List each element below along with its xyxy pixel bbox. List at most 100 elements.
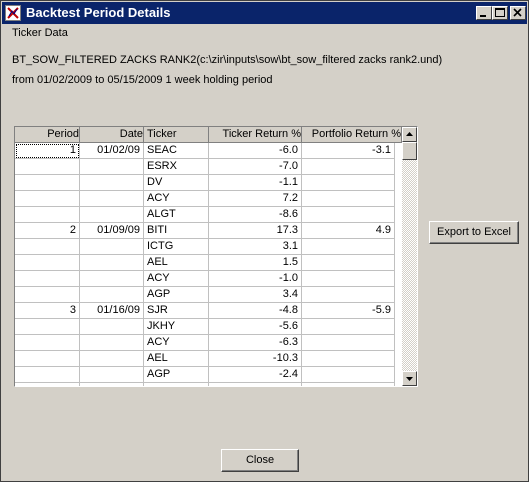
cell-period[interactable]: [15, 335, 80, 351]
cell-ticker[interactable]: ESRX: [144, 159, 209, 175]
cell-ticker-return[interactable]: 7.2: [209, 191, 302, 207]
cell-ticker-return[interactable]: -2.4: [209, 367, 302, 383]
column-header-portfolio-return[interactable]: Portfolio Return %: [302, 127, 402, 143]
cell-ticker-return[interactable]: -1.1: [209, 175, 302, 191]
table-row[interactable]: AEL -10.3: [15, 351, 402, 367]
table-row[interactable]: ICTG 3.1: [15, 239, 402, 255]
table-row[interactable]: JKHY -5.6: [15, 319, 402, 335]
cell-period[interactable]: [15, 255, 80, 271]
cell-portfolio-return[interactable]: [302, 191, 395, 207]
app-icon[interactable]: [5, 5, 21, 21]
cell-date[interactable]: [80, 191, 144, 207]
ticker-data-grid[interactable]: Period Date Ticker Ticker Return % Portf…: [14, 126, 418, 387]
cell-ticker-return[interactable]: 17.3: [209, 223, 302, 239]
cell-ticker-return[interactable]: -4.8: [209, 303, 302, 319]
cell-portfolio-return[interactable]: 4.9: [302, 223, 395, 239]
close-window-button[interactable]: [510, 6, 526, 20]
cell-ticker[interactable]: JKHY: [144, 319, 209, 335]
cell-portfolio-return[interactable]: [302, 367, 395, 383]
table-row[interactable]: ACY -1.0: [15, 271, 402, 287]
cell-period[interactable]: [15, 239, 80, 255]
cell-ticker-return[interactable]: 3.4: [209, 287, 302, 303]
cell-ticker[interactable]: ACY: [144, 335, 209, 351]
cell-portfolio-return[interactable]: [302, 175, 395, 191]
cell-date[interactable]: [80, 159, 144, 175]
scroll-down-button[interactable]: [402, 371, 417, 386]
cell-date[interactable]: 01/02/09: [80, 143, 144, 159]
cell-period[interactable]: [15, 271, 80, 287]
export-to-excel-button[interactable]: Export to Excel: [429, 221, 519, 244]
cell-portfolio-return[interactable]: [302, 239, 395, 255]
cell-ticker-return[interactable]: -6.0: [209, 143, 302, 159]
cell-date[interactable]: [80, 367, 144, 383]
scroll-thumb[interactable]: [402, 142, 417, 160]
cell-date[interactable]: 01/09/09: [80, 223, 144, 239]
cell-portfolio-return[interactable]: [302, 319, 395, 335]
minimize-button[interactable]: [476, 6, 492, 20]
cell-period[interactable]: 2: [15, 223, 80, 239]
cell-ticker[interactable]: AEL: [144, 255, 209, 271]
cell-ticker-return[interactable]: 1.5: [209, 255, 302, 271]
cell-portfolio-return[interactable]: [302, 255, 395, 271]
cell-portfolio-return[interactable]: -3.1: [302, 143, 395, 159]
column-header-period[interactable]: Period: [15, 127, 80, 143]
maximize-button[interactable]: [492, 6, 508, 20]
cell-ticker-return[interactable]: -5.6: [209, 319, 302, 335]
table-row[interactable]: 1 01/02/09 SEAC -6.0 -3.1: [15, 143, 402, 159]
table-row[interactable]: AGP 3.4: [15, 287, 402, 303]
cell-ticker[interactable]: SJR: [144, 303, 209, 319]
cell-date[interactable]: [80, 383, 144, 386]
cell-ticker-return[interactable]: 3.1: [209, 239, 302, 255]
table-row[interactable]: ALGT -8.6: [15, 207, 402, 223]
cell-ticker-return[interactable]: -10.3: [209, 351, 302, 367]
cell-ticker[interactable]: ALGT: [144, 207, 209, 223]
cell-date[interactable]: [80, 271, 144, 287]
table-row[interactable]: ACY -6.3: [15, 335, 402, 351]
cell-period[interactable]: [15, 175, 80, 191]
cell-ticker[interactable]: AGP: [144, 287, 209, 303]
cell-date[interactable]: [80, 287, 144, 303]
cell-date[interactable]: [80, 335, 144, 351]
column-header-date[interactable]: Date: [80, 127, 144, 143]
cell-ticker[interactable]: AEL: [144, 351, 209, 367]
cell-ticker-return[interactable]: -6.3: [209, 335, 302, 351]
cell-period[interactable]: [15, 383, 80, 386]
close-button[interactable]: Close: [221, 449, 299, 472]
cell-period[interactable]: [15, 319, 80, 335]
cell-portfolio-return[interactable]: -5.9: [302, 303, 395, 319]
cell-date[interactable]: [80, 207, 144, 223]
scroll-track[interactable]: [402, 160, 417, 371]
table-row[interactable]: ACY 7.2: [15, 191, 402, 207]
cell-ticker-return[interactable]: [209, 383, 302, 386]
cell-date[interactable]: [80, 351, 144, 367]
cell-ticker[interactable]: BITI: [144, 223, 209, 239]
table-row[interactable]: ESRX -7.0: [15, 159, 402, 175]
cell-portfolio-return[interactable]: [302, 207, 395, 223]
cell-period[interactable]: [15, 287, 80, 303]
cell-portfolio-return[interactable]: [302, 271, 395, 287]
cell-ticker[interactable]: DV: [144, 175, 209, 191]
table-row[interactable]: AGP -2.4: [15, 367, 402, 383]
cell-period[interactable]: 3: [15, 303, 80, 319]
cell-ticker-return[interactable]: -1.0: [209, 271, 302, 287]
title-bar[interactable]: Backtest Period Details: [2, 2, 527, 24]
table-row[interactable]: 3 01/16/09 SJR -4.8 -5.9: [15, 303, 402, 319]
cell-ticker[interactable]: ACY: [144, 271, 209, 287]
cell-ticker-return[interactable]: -7.0: [209, 159, 302, 175]
cell-date[interactable]: 01/16/09: [80, 303, 144, 319]
cell-date[interactable]: [80, 175, 144, 191]
table-row[interactable]: [15, 383, 402, 386]
cell-portfolio-return[interactable]: [302, 351, 395, 367]
table-row[interactable]: DV -1.1: [15, 175, 402, 191]
cell-ticker[interactable]: [144, 383, 209, 386]
table-row[interactable]: AEL 1.5: [15, 255, 402, 271]
cell-period[interactable]: [15, 159, 80, 175]
cell-period[interactable]: [15, 207, 80, 223]
table-row[interactable]: 2 01/09/09 BITI 17.3 4.9: [15, 223, 402, 239]
vertical-scrollbar[interactable]: [402, 127, 417, 386]
cell-ticker[interactable]: ICTG: [144, 239, 209, 255]
cell-portfolio-return[interactable]: [302, 335, 395, 351]
cell-period[interactable]: [15, 351, 80, 367]
column-header-ticker[interactable]: Ticker: [144, 127, 209, 143]
cell-portfolio-return[interactable]: [302, 383, 395, 386]
